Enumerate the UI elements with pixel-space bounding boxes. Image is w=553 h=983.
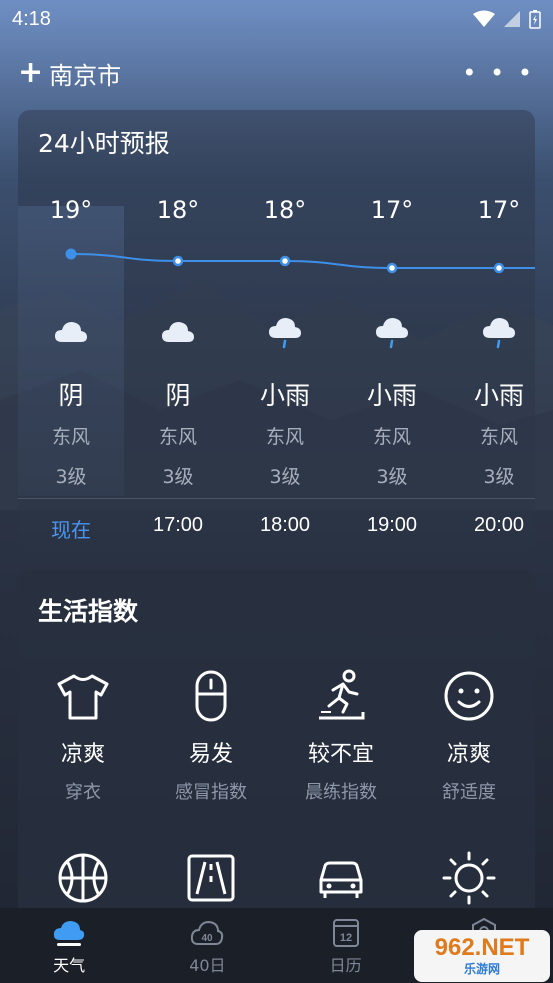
life-index-card: 生活指数 凉爽 穿衣 易发 感冒指数 较不宜 晨练指数 凉爽 舒适度 [18,570,535,930]
header: + 南京市 • • • [0,50,553,96]
hour-condition: 阴 [165,381,191,410]
basketball-icon [55,850,111,906]
hour-temperature: 17° [370,196,414,224]
light-rain-icon [267,314,303,350]
hour-column: 18° 阴东风 3级 17:00 [125,110,231,552]
watermark-logo: 962.NET 乐游网 [414,930,550,982]
hour-wind-direction: 东风 [479,426,518,448]
hour-wind-direction: 东风 [372,426,411,448]
road-icon [183,850,239,906]
calendar-icon: 12 [332,919,359,947]
light-rain-icon [374,314,410,350]
life-index-item[interactable]: 易发 感冒指数 [146,668,276,804]
hour-column: 17° 小雨东风 3级 20:00 [446,110,552,552]
tab-weather[interactable]: 天气 [0,908,138,983]
cloudy-icon [160,314,196,350]
life-index-label: 穿衣 [65,782,101,803]
hour-time: 20:00 [473,514,525,536]
hour-condition: 小雨 [366,381,417,410]
city-name: 南京市 [49,61,122,90]
shirt-icon [55,668,111,724]
hour-time: 19:00 [366,514,418,536]
life-index-label: 感冒指数 [175,782,247,803]
hourly-forecast-card: 24小时预报 19° 阴东风 3级 现在 18° 阴东风 3级 17:00 18° 小雨 东风 3级 1… [18,110,535,552]
cloudy-icon [53,314,89,350]
calendar-day: 12 [340,932,352,944]
hour-column: 19° 阴东风 3级现在 [18,110,124,552]
status-bar: 4:18 [0,0,553,38]
tab-label: 日历 [329,956,362,975]
light-rain-icon [481,314,517,350]
life-index-item[interactable]: 较不宜 晨练指数 [276,668,406,804]
hour-time: 18:00 [259,514,311,536]
life-index-item[interactable]: 凉爽 穿衣 [18,668,148,804]
hour-condition: 阴 [58,381,84,410]
hour-temperature: 18° [156,196,200,224]
weather-cloud-icon [54,921,85,946]
tab-label: 天气 [53,956,86,975]
running-icon [313,668,369,724]
hour-condition: 小雨 [473,381,524,410]
wifi-icon [473,10,495,27]
life-index-item[interactable]: 凉爽 舒适度 [404,668,534,804]
smiley-icon [441,668,497,724]
city-selector[interactable]: + 南京市 [18,56,121,91]
hour-wind-level: 3级 [483,466,515,488]
hour-time: 17:00 [152,514,204,536]
hour-temperature: 19° [49,196,93,224]
life-index-label: 晨练指数 [305,782,377,803]
hour-temperature: 17° [477,196,521,224]
watermark-text: 962.NET [434,933,530,961]
life-index-value: 凉爽 [60,742,105,767]
tab-calendar[interactable]: 12 日历 [277,908,415,983]
forecast-divider [18,498,535,499]
life-index-label: 舒适度 [442,782,496,803]
hour-wind-level: 3级 [269,466,301,488]
car-icon [313,850,369,906]
more-dots-icon[interactable]: • • • [462,59,535,87]
plus-icon[interactable]: + [18,58,43,88]
40-day-icon: 40 [191,920,224,945]
battery-icon [529,10,541,29]
tab-40-day[interactable]: 40 40日 [138,908,276,983]
watermark-subtext: 乐游网 [463,961,500,976]
status-icons [473,9,541,29]
life-index-value: 凉爽 [446,742,491,767]
hour-condition: 小雨 [259,381,310,410]
hour-wind-level: 3级 [55,466,87,488]
life-index-title: 生活指数 [38,597,139,626]
tab-label: 40日 [189,956,226,975]
hour-column: 18° 小雨东风 3级 18:00 [232,110,338,552]
life-index-value: 较不宜 [307,742,374,767]
hour-wind-level: 3级 [162,466,194,488]
hour-wind-direction: 东风 [51,426,90,448]
status-time: 4:18 [12,7,51,30]
svg-text:40: 40 [202,933,214,944]
hour-time: 现在 [51,518,91,542]
hour-wind-direction: 东风 [265,426,304,448]
pill-icon [183,668,239,724]
signal-icon [504,11,520,27]
life-index-value: 易发 [188,742,233,767]
sun-icon [441,850,497,906]
hour-temperature: 18° [263,196,307,224]
hour-wind-direction: 东风 [158,426,197,448]
hour-column: 17° 小雨东风 3级 19:00 [339,110,445,552]
hour-wind-level: 3级 [376,466,408,488]
